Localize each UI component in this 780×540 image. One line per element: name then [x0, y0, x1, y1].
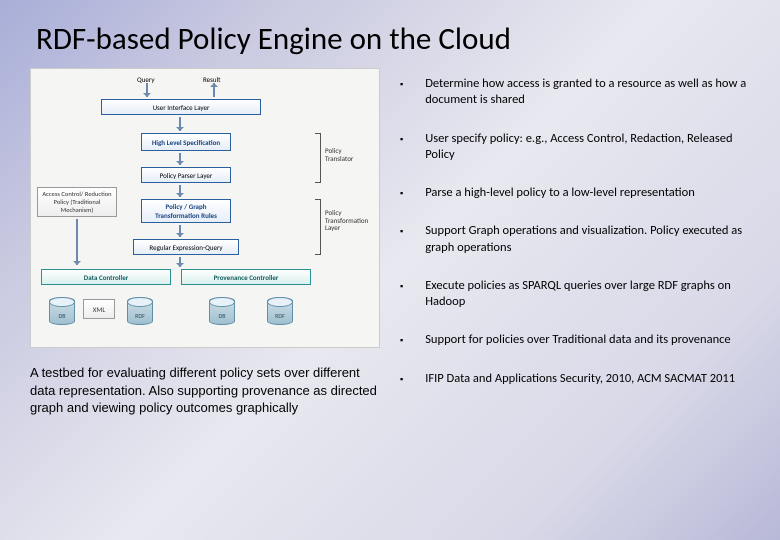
bullet-text: User specify policy: e.g., Access Contro… [425, 131, 760, 164]
db2-cyl: DB [209, 297, 235, 325]
bullet-icon: ▪ [400, 371, 403, 387]
bullet-text: Support for policies over Traditional da… [425, 332, 730, 348]
acr-policy-box: Access Control/ Reduction Policy (Tradit… [37, 187, 117, 217]
rdf2-cyl: RDF [267, 297, 293, 325]
prov-controller-box: Provenance Controller [181, 269, 311, 285]
arrow-parser-rules [179, 185, 181, 197]
arrow-regex-down [179, 257, 181, 267]
bullet-icon: ▪ [400, 223, 403, 256]
label-policy-transform: Policy Transformation Layer [325, 209, 375, 232]
list-item: ▪ Support for policies over Traditional d… [400, 332, 760, 348]
arrow-query [146, 83, 148, 97]
list-item: ▪ Support Graph operations and visualizat… [400, 223, 760, 256]
data-controller-box: Data Controller [41, 269, 171, 285]
bullet-text: Support Graph operations and visualizati… [425, 223, 760, 256]
bullet-text: Execute policies as SPARQL queries over … [425, 278, 760, 311]
regex-query-box: Regular Expression-Query [133, 239, 239, 255]
bullet-icon: ▪ [400, 332, 403, 348]
bullet-icon: ▪ [400, 131, 403, 164]
bullet-text: IFIP Data and Applications Security, 201… [425, 371, 735, 387]
db1-cyl: DB [49, 297, 75, 325]
high-level-spec-box: High Level Specification [141, 133, 231, 151]
architecture-diagram: Query Result User Interface Layer High L… [30, 68, 380, 348]
bracket-translator [315, 133, 321, 183]
list-item: ▪ Determine how access is granted to a re… [400, 76, 760, 109]
bullet-icon: ▪ [400, 76, 403, 109]
policy-graph-rules-box: Policy / Graph Transformation Rules [141, 199, 231, 223]
bullet-text: Parse a high-level policy to a low-level… [425, 185, 695, 201]
diagram-caption: A testbed for evaluating different polic… [30, 364, 380, 417]
bracket-transform [315, 199, 321, 255]
rdf1-cyl: RDF [127, 297, 153, 325]
arrow-rules-regex [179, 225, 181, 237]
left-column: Query Result User Interface Layer High L… [30, 68, 380, 417]
bullet-icon: ▪ [400, 278, 403, 311]
list-item: ▪ User specify policy: e.g., Access Contr… [400, 131, 760, 164]
list-item: ▪ Parse a high-level policy to a low-leve… [400, 185, 760, 201]
arrow-result [213, 83, 215, 97]
bullet-list: ▪ Determine how access is granted to a re… [400, 76, 760, 387]
arrow-acr-down [76, 219, 78, 265]
ui-layer-box: User Interface Layer [101, 99, 261, 115]
arrow-ui-hls [179, 117, 181, 131]
bullet-icon: ▪ [400, 185, 403, 201]
policy-parser-box: Policy Parser Layer [141, 167, 231, 183]
bullet-text: Determine how access is granted to a res… [425, 76, 760, 109]
list-item: ▪ IFIP Data and Applications Security, 20… [400, 371, 760, 387]
slide-title: RDF-based Policy Engine on the Cloud [0, 0, 780, 68]
content-area: Query Result User Interface Layer High L… [0, 68, 780, 417]
label-policy-translator: Policy Translator [325, 147, 369, 162]
xml-box: XML [83, 299, 115, 319]
list-item: ▪ Execute policies as SPARQL queries over… [400, 278, 760, 311]
right-column: ▪ Determine how access is granted to a re… [400, 68, 760, 417]
arrow-hls-parser [179, 153, 181, 165]
